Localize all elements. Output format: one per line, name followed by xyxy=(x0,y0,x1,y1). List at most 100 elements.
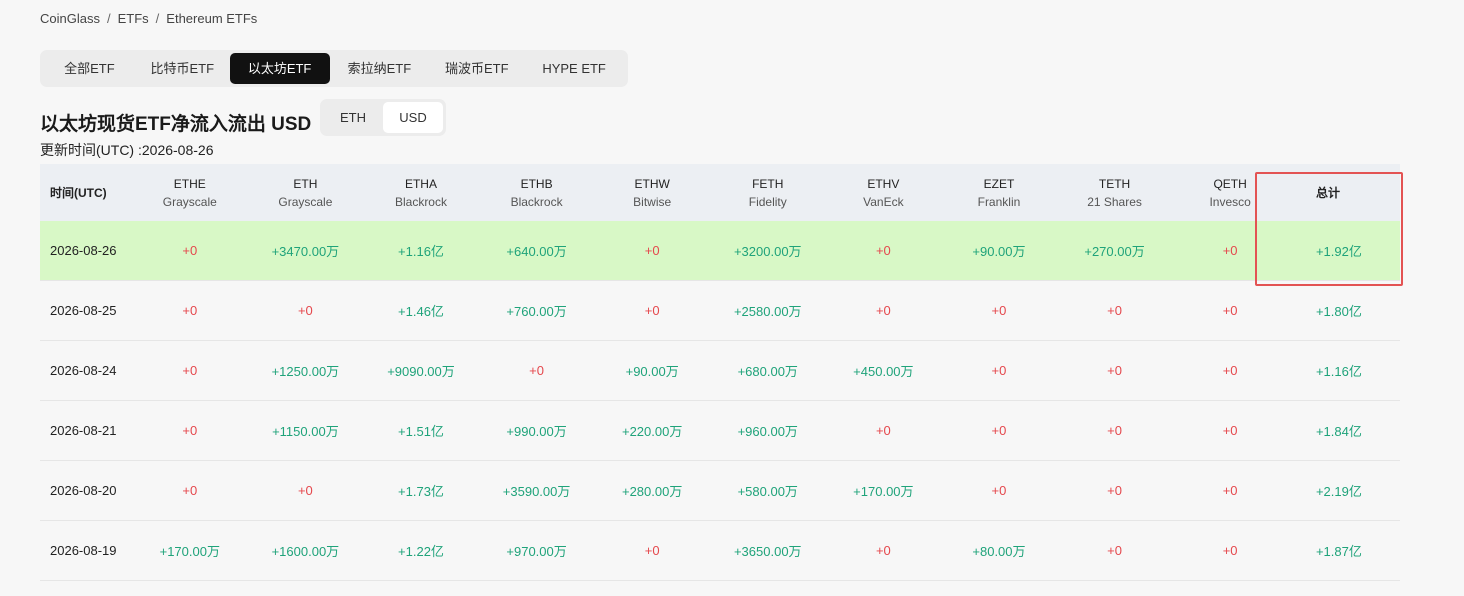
flow-value-cell: +0 xyxy=(182,423,198,438)
column-issuer: Franklin xyxy=(977,194,1021,209)
flow-value-cell: +0 xyxy=(991,303,1007,318)
breadcrumb-coinglass[interactable]: CoinGlass xyxy=(40,11,100,26)
tab-solana-etf[interactable]: 索拉纳ETF xyxy=(330,53,430,84)
flow-value-cell: +90.00万 xyxy=(972,244,1026,259)
column-issuer: Grayscale xyxy=(162,194,217,209)
column-ticker: EZET xyxy=(983,176,1015,191)
flow-value-cell: +680.00万 xyxy=(737,364,798,379)
table-row: 2026-08-24 +0 +1250.00万 +9090.00万 +0 +90.00万 +… xyxy=(40,341,1400,401)
column-ticker: FETH xyxy=(752,176,784,191)
row-date: 2026-08-24 xyxy=(50,363,117,378)
flow-value-cell: +0 xyxy=(875,243,891,258)
row-total: +1.16亿 xyxy=(1315,364,1362,379)
flow-value-cell: +1.46亿 xyxy=(398,304,444,319)
flow-value-cell: +0 xyxy=(644,543,660,558)
flow-value-cell: +0 xyxy=(991,363,1007,378)
column-header: ETHA Blackrock xyxy=(363,177,479,209)
flow-value-cell: +1.22亿 xyxy=(398,544,444,559)
row-total: +1.80亿 xyxy=(1315,304,1362,319)
etf-category-tabs: 全部ETF 比特币ETF 以太坊ETF 索拉纳ETF 瑞波币ETF HYPE E… xyxy=(40,50,628,87)
flow-value-cell: +0 xyxy=(991,483,1007,498)
tab-xrp-etf[interactable]: 瑞波币ETF xyxy=(429,53,524,84)
tab-all-etf[interactable]: 全部ETF xyxy=(44,53,135,84)
column-ticker: ETHW xyxy=(634,176,670,191)
flow-value-cell: +1250.00万 xyxy=(271,364,340,379)
flow-value-cell: +9090.00万 xyxy=(387,364,455,379)
row-date: 2026-08-21 xyxy=(50,423,117,438)
row-total: +1.92亿 xyxy=(1315,244,1362,259)
flow-value-cell: +170.00万 xyxy=(159,544,220,559)
flow-value-cell: +0 xyxy=(297,303,313,318)
table-row: 2026-08-19 +170.00万 +1600.00万 +1.22亿 +970.00… xyxy=(40,521,1400,581)
column-ticker: ETHA xyxy=(404,176,437,191)
column-ticker: TETH xyxy=(1098,176,1131,191)
column-issuer: Blackrock xyxy=(394,194,447,209)
flow-value-cell: +3590.00万 xyxy=(502,484,571,499)
column-ticker: ETHE xyxy=(173,176,206,191)
flow-value-cell: +450.00万 xyxy=(853,364,914,379)
flow-value-cell: +0 xyxy=(297,483,313,498)
breadcrumb-separator: / xyxy=(106,11,111,26)
tab-hype-etf[interactable]: HYPE ETF xyxy=(524,53,624,84)
column-header: ETHW Bitwise xyxy=(594,177,710,209)
flow-value-cell: +580.00万 xyxy=(737,484,798,499)
flow-value-cell: +0 xyxy=(991,423,1007,438)
flow-value-cell: +0 xyxy=(1107,483,1122,498)
flow-value-cell: +1150.00万 xyxy=(272,424,339,439)
flow-value-cell: +1.51亿 xyxy=(398,424,444,439)
flow-value-cell: +280.00万 xyxy=(621,484,683,499)
column-issuer: 21 Shares xyxy=(1087,194,1142,209)
tab-ethereum-etf[interactable]: 以太坊ETF xyxy=(229,53,330,84)
flow-value-cell: +3470.00万 xyxy=(271,244,340,259)
table-row: 2026-08-20 +0 +0 +1.73亿 +3590.00万 +280.00万 +58… xyxy=(40,461,1400,521)
column-issuer: Grayscale xyxy=(278,194,333,209)
flow-value-cell: +0 xyxy=(1107,363,1122,378)
column-ticker: QETH xyxy=(1213,176,1247,191)
row-date: 2026-08-26 xyxy=(50,243,117,258)
table-row: 2026-08-21 +0 +1150.00万 +1.51亿 +990.00万 +220.… xyxy=(40,401,1400,461)
flow-value-cell: +0 xyxy=(1107,303,1122,318)
row-total: +2.19亿 xyxy=(1315,484,1362,499)
table-row: 2026-08-26 +0 +3470.00万 +1.16亿 +640.00万 +0 +32… xyxy=(40,221,1400,281)
flow-value-cell: +90.00万 xyxy=(625,364,679,379)
row-date: 2026-08-20 xyxy=(50,483,117,498)
flow-value-cell: +3650.00万 xyxy=(733,544,802,559)
tab-bitcoin-etf[interactable]: 比特币ETF xyxy=(135,53,230,84)
flow-value-cell: +0 xyxy=(182,483,198,498)
flow-value-cell: +1600.00万 xyxy=(271,544,340,559)
flow-value-cell: +0 xyxy=(1222,543,1238,558)
page-title: 以太坊现货ETF净流入流出 USD xyxy=(40,114,312,135)
column-header: EZET Franklin xyxy=(941,177,1057,209)
row-total: +1.87亿 xyxy=(1315,544,1362,559)
table-header: 时间(UTC) ETHE Grayscale ETH Grayscale ETHA B… xyxy=(40,164,1400,221)
flow-value-cell: +2580.00万 xyxy=(733,304,802,319)
flow-value-cell: +1.73亿 xyxy=(398,484,444,499)
row-date: 2026-08-25 xyxy=(50,303,117,318)
unit-eth-button[interactable]: ETH xyxy=(323,102,383,133)
flow-value-cell: +0 xyxy=(1107,423,1122,438)
flow-value-cell: +0 xyxy=(875,303,891,318)
column-header: TETH 21 Shares xyxy=(1057,177,1173,209)
column-header: QETH Invesco xyxy=(1172,177,1288,209)
unit-usd-button[interactable]: USD xyxy=(383,102,443,133)
row-date: 2026-08-19 xyxy=(50,543,117,558)
total-column-header: 总计 xyxy=(1315,186,1340,200)
breadcrumb: CoinGlass / ETFs / Ethereum ETFs xyxy=(40,11,257,26)
column-issuer: Fidelity xyxy=(748,194,787,209)
table-body: 2026-08-26 +0 +3470.00万 +1.16亿 +640.00万 +0 +32… xyxy=(40,221,1400,581)
column-issuer: Bitwise xyxy=(633,194,672,209)
etf-flow-table: 时间(UTC) ETHE Grayscale ETH Grayscale ETHA B… xyxy=(40,164,1400,581)
unit-toggle: ETH USD xyxy=(320,99,446,136)
flow-value-cell: +0 xyxy=(1222,483,1238,498)
column-header: ETH Grayscale xyxy=(248,177,364,209)
breadcrumb-etfs[interactable]: ETFs xyxy=(118,11,149,26)
column-ticker: ETHV xyxy=(867,176,900,191)
flow-value-cell: +270.00万 xyxy=(1084,244,1145,259)
column-header: ETHV VanEck xyxy=(826,177,942,209)
breadcrumb-separator: / xyxy=(155,11,160,26)
flow-value-cell: +1.16亿 xyxy=(398,244,444,259)
flow-value-cell: +3200.00万 xyxy=(733,244,802,259)
flow-value-cell: +0 xyxy=(1222,363,1238,378)
flow-value-cell: +0 xyxy=(1222,423,1238,438)
flow-value-cell: +0 xyxy=(182,243,198,258)
